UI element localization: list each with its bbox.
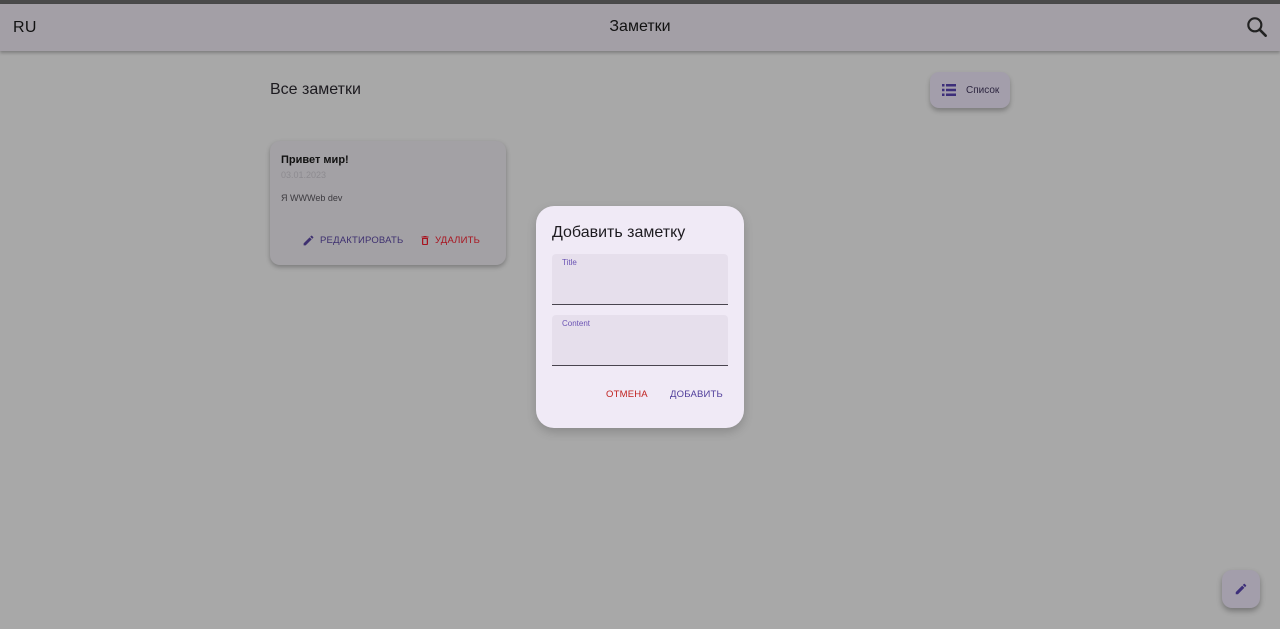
app-root: RU Заметки Все заметки Список Привет мир… [0,0,1280,629]
title-input[interactable] [562,272,718,296]
list-icon [942,84,956,96]
add-button[interactable]: ДОБАВИТЬ [670,389,723,400]
cancel-button[interactable]: ОТМЕНА [606,389,648,400]
view-toggle-button[interactable]: Список [930,72,1010,108]
note-title: Привет мир! [281,154,349,166]
note-edit-button[interactable]: РЕДАКТИРОВАТЬ [302,232,403,248]
app-title: Заметки [609,18,671,35]
add-note-dialog: Добавить заметку Title Content ОТМЕНА ДО… [536,206,744,428]
note-card[interactable]: Привет мир! 03.01.2023 Я WWWeb dev РЕДАК… [270,141,506,265]
content-field[interactable]: Content [552,315,728,366]
title-field[interactable]: Title [552,254,728,305]
note-delete-label: УДАЛИТЬ [435,234,481,246]
search-button[interactable] [1244,14,1270,40]
note-delete-button[interactable]: УДАЛИТЬ [419,232,480,248]
view-toggle-label: Список [966,84,1000,96]
section-title: Все заметки [270,81,361,98]
content-field-label: Content [562,319,591,328]
search-icon [1247,17,1267,37]
dialog-title: Добавить заметку [552,224,686,241]
pencil-icon [303,235,314,245]
trash-icon [421,235,429,245]
note-edit-label: РЕДАКТИРОВАТЬ [320,234,404,246]
title-field-label: Title [562,258,577,267]
new-note-fab[interactable] [1222,570,1260,608]
pencil-icon [1235,583,1247,595]
note-content: Я WWWeb dev [281,193,343,203]
app-bar: RU Заметки [0,4,1280,51]
content-input[interactable] [562,333,718,357]
note-date: 03.01.2023 [281,170,327,180]
